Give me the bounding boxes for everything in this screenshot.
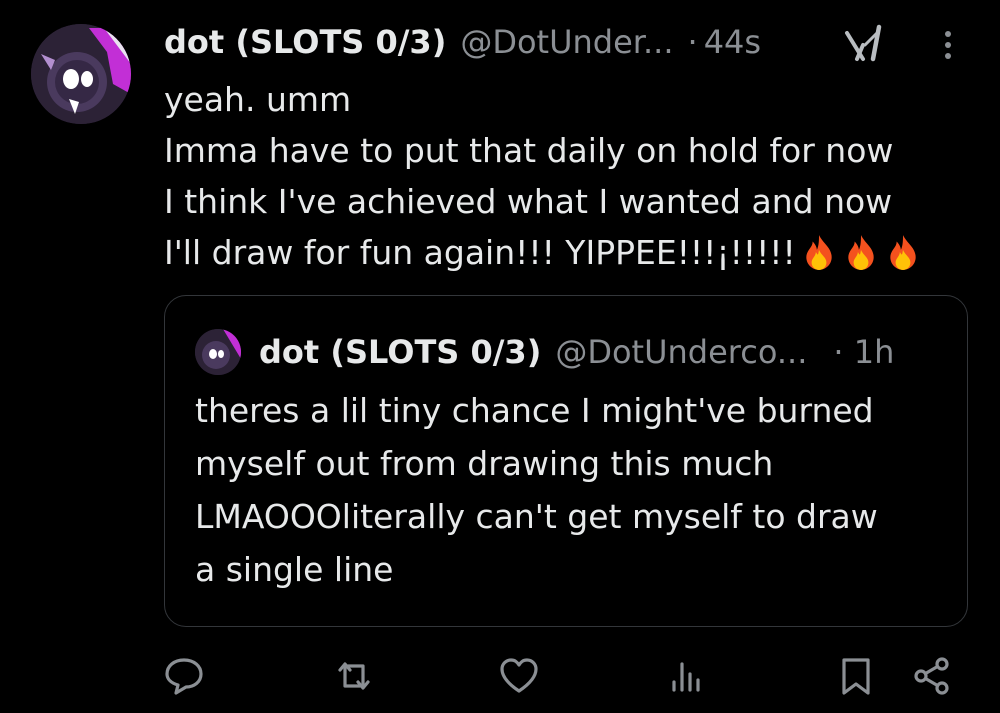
quoted-author-avatar[interactable] xyxy=(195,329,241,375)
author-handle[interactable]: @DotUnder... xyxy=(460,16,673,68)
fire-emoji-icon xyxy=(806,235,832,270)
post-text: yeah. umm Imma have to put that daily on… xyxy=(164,74,984,278)
quoted-text-line: theres a lil tiny chance I might've burn… xyxy=(195,391,874,430)
post-text-line: Imma have to put that daily on hold for … xyxy=(164,131,894,170)
quoted-post[interactable]: dot (SLOTS 0/3) @DotUnderco... · 1h ther… xyxy=(164,295,968,627)
fire-emoji-icon xyxy=(848,235,874,270)
post-text-line: I'll draw for fun again!!! YIPPEE!!!¡!!!… xyxy=(164,233,796,272)
author-name[interactable]: dot (SLOTS 0/3) xyxy=(164,16,446,68)
post-text-line: yeah. umm xyxy=(164,80,352,119)
fire-emoji-icon xyxy=(890,235,916,270)
share-icon[interactable] xyxy=(910,654,954,698)
post-header: dot (SLOTS 0/3) @DotUnder... · 44s xyxy=(164,16,964,68)
bookmark-icon[interactable] xyxy=(834,654,878,698)
tweet: dot (SLOTS 0/3) @DotUnder... · 44s yeah.… xyxy=(0,0,1000,713)
quoted-text-line: a single line xyxy=(195,550,394,589)
quoted-post-time: · 1h xyxy=(833,333,895,371)
action-bar xyxy=(0,648,1000,704)
quoted-author-name[interactable]: dot (SLOTS 0/3) xyxy=(259,326,541,378)
views-icon[interactable] xyxy=(664,654,708,698)
post-text-line: I think I've achieved what I wanted and … xyxy=(164,182,893,221)
repost-icon[interactable] xyxy=(332,654,376,698)
post-text-line-last: I'll draw for fun again!!! YIPPEE!!!¡!!!… xyxy=(164,227,984,278)
separator: · xyxy=(687,23,698,61)
post-time[interactable]: 44s xyxy=(704,16,761,68)
quoted-text-line: myself out from drawing this much xyxy=(195,444,774,483)
quoted-author-handle[interactable]: @DotUnderco... xyxy=(555,326,807,378)
reply-icon[interactable] xyxy=(162,654,206,698)
quoted-post-header: dot (SLOTS 0/3) @DotUnderco... · 1h xyxy=(195,326,894,378)
quoted-post-text: theres a lil tiny chance I might've burn… xyxy=(195,384,955,596)
heart-icon[interactable] xyxy=(497,654,541,698)
more-options-icon[interactable] xyxy=(936,26,960,62)
grok-icon[interactable] xyxy=(843,23,887,63)
quoted-text-line: LMAOOOliterally can't get myself to draw xyxy=(195,497,878,536)
author-avatar[interactable] xyxy=(31,24,131,124)
